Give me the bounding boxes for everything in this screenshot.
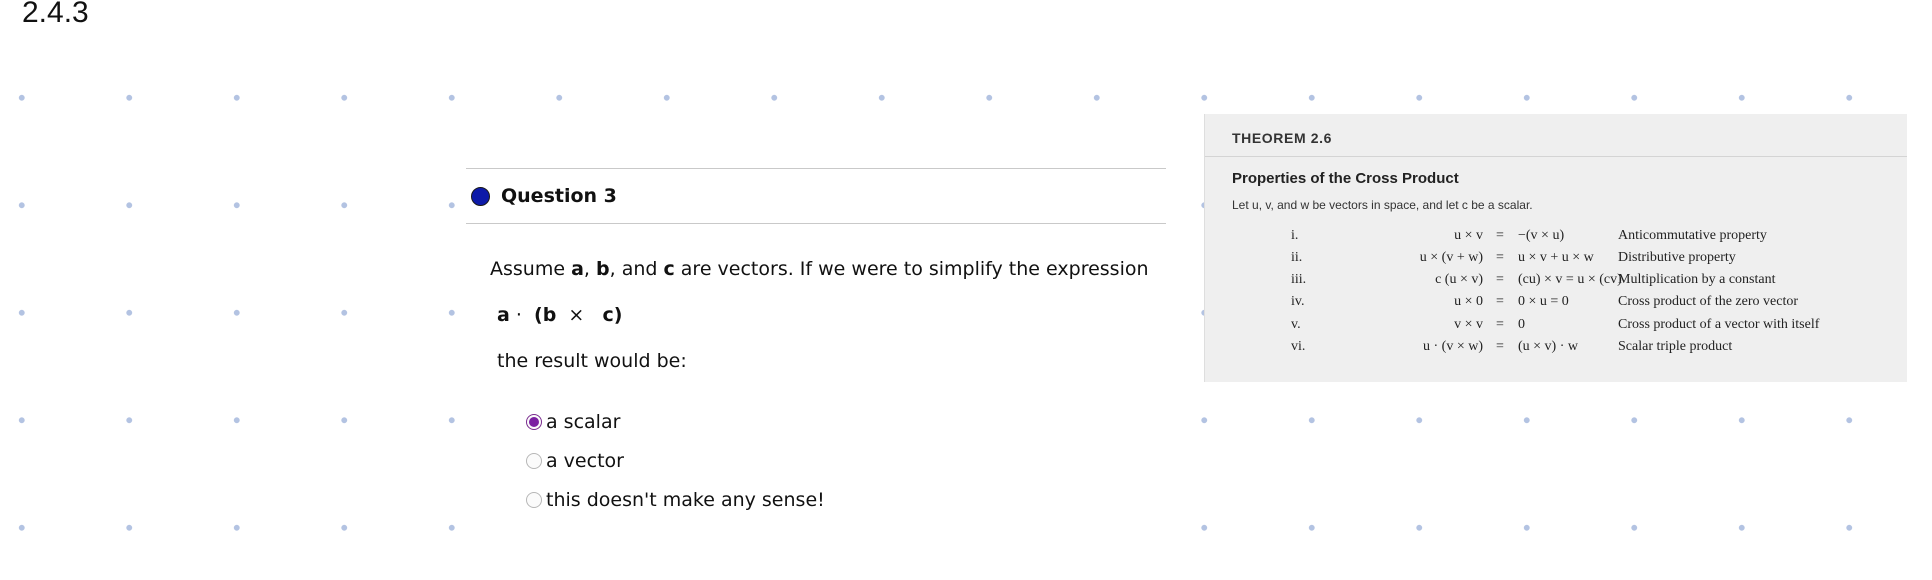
option-label: a vector bbox=[546, 449, 624, 472]
row-number: i. bbox=[1291, 228, 1299, 243]
row-rhs: 0 × u = 0 bbox=[1518, 294, 1569, 309]
row-description: Anticommutative property bbox=[1618, 228, 1767, 243]
row-equals: = bbox=[1496, 228, 1504, 243]
row-rhs: (u × v) · w bbox=[1518, 339, 1578, 354]
expr-close-paren: ) bbox=[613, 304, 623, 326]
expr-var-b: b bbox=[542, 304, 557, 326]
row-description: Cross product of the zero vector bbox=[1618, 294, 1798, 309]
question-expression: a · (b × c) bbox=[497, 304, 622, 326]
radio-icon[interactable] bbox=[526, 452, 542, 469]
row-rhs: u × v + u × w bbox=[1518, 250, 1594, 265]
expr-var-c: c bbox=[602, 304, 614, 326]
theorem-label: THEOREM 2.6 bbox=[1232, 130, 1332, 146]
row-equals: = bbox=[1496, 250, 1504, 265]
expr-dot: · bbox=[509, 304, 528, 326]
row-equals: = bbox=[1496, 294, 1504, 309]
prompt-text-post: are vectors. If we were to simplify the … bbox=[674, 258, 1149, 280]
question-card: Question 3 Assume a, b, and c are vector… bbox=[466, 110, 1166, 580]
option-scalar[interactable]: a scalar bbox=[526, 402, 825, 441]
row-description: Scalar triple product bbox=[1618, 339, 1733, 354]
row-lhs: u · (v × w) bbox=[1423, 339, 1483, 354]
row-description: Multiplication by a constant bbox=[1618, 272, 1776, 287]
expr-open-paren: ( bbox=[534, 304, 543, 326]
row-lhs: v × v bbox=[1454, 317, 1483, 332]
prompt-text-pre: Assume bbox=[490, 258, 572, 280]
theorem-panel: THEOREM 2.6 Properties of the Cross Prod… bbox=[1204, 114, 1907, 382]
row-description: Cross product of a vector with itself bbox=[1618, 317, 1820, 332]
row-lhs: c (u × v) bbox=[1435, 272, 1483, 287]
row-rhs: (cu) × v = u × (cv) bbox=[1518, 272, 1622, 287]
radio-selected-icon[interactable] bbox=[526, 413, 542, 430]
theorem-intro: Let u, v, and w be vectors in space, and… bbox=[1232, 198, 1533, 212]
row-rhs: 0 bbox=[1518, 317, 1525, 332]
row-lhs: u × (v + w) bbox=[1419, 250, 1483, 265]
theorem-row: ii. u × (v + w) = u × v + u × w Distribu… bbox=[1205, 250, 1907, 272]
theorem-row: iii. c (u × v) = (cu) × v = u × (cv) Mul… bbox=[1205, 272, 1907, 294]
prompt-var-a: a bbox=[571, 258, 584, 280]
option-label: a scalar bbox=[546, 410, 621, 433]
row-number: v. bbox=[1291, 317, 1301, 332]
theorem-row: vi. u · (v × w) = (u × v) · w Scalar tri… bbox=[1205, 339, 1907, 361]
row-equals: = bbox=[1496, 272, 1504, 287]
expr-var-a: a bbox=[497, 304, 510, 326]
question-result-text: the result would be: bbox=[497, 350, 687, 372]
expr-cross: × bbox=[562, 304, 591, 326]
theorem-row: iv. u × 0 = 0 × u = 0 Cross product of t… bbox=[1205, 294, 1907, 316]
prompt-var-b: b bbox=[596, 258, 610, 280]
row-description: Distributive property bbox=[1618, 250, 1736, 265]
question-status-dot bbox=[471, 186, 490, 206]
prompt-sep-2: , and bbox=[609, 258, 664, 280]
slide-number: 2.4.3 bbox=[22, 0, 89, 29]
row-number: iii. bbox=[1291, 272, 1307, 287]
theorem-row: i. u × v = −(v × u) Anticommutative prop… bbox=[1205, 228, 1907, 250]
row-lhs: u × v bbox=[1454, 228, 1483, 243]
theorem-title: Properties of the Cross Product bbox=[1232, 170, 1459, 187]
row-equals: = bbox=[1496, 339, 1504, 354]
row-number: ii. bbox=[1291, 250, 1303, 265]
answer-options: a scalar a vector this doesn't make any … bbox=[526, 402, 825, 519]
theorem-divider bbox=[1205, 156, 1907, 157]
row-equals: = bbox=[1496, 317, 1504, 332]
row-number: iv. bbox=[1291, 294, 1305, 309]
prompt-var-c: c bbox=[663, 258, 675, 280]
option-no-sense[interactable]: this doesn't make any sense! bbox=[526, 480, 825, 519]
radio-icon[interactable] bbox=[526, 491, 542, 508]
row-lhs: u × 0 bbox=[1454, 294, 1483, 309]
prompt-sep-1: , bbox=[583, 258, 596, 280]
question-prompt: Assume a, b, and c are vectors. If we we… bbox=[490, 258, 1149, 280]
row-number: vi. bbox=[1291, 339, 1306, 354]
theorem-row: v. v × v = 0 Cross product of a vector w… bbox=[1205, 317, 1907, 339]
question-header: Question 3 bbox=[466, 168, 1166, 224]
option-label: this doesn't make any sense! bbox=[546, 488, 825, 511]
row-rhs: −(v × u) bbox=[1518, 228, 1565, 243]
option-vector[interactable]: a vector bbox=[526, 441, 825, 480]
question-title: Question 3 bbox=[501, 185, 617, 207]
